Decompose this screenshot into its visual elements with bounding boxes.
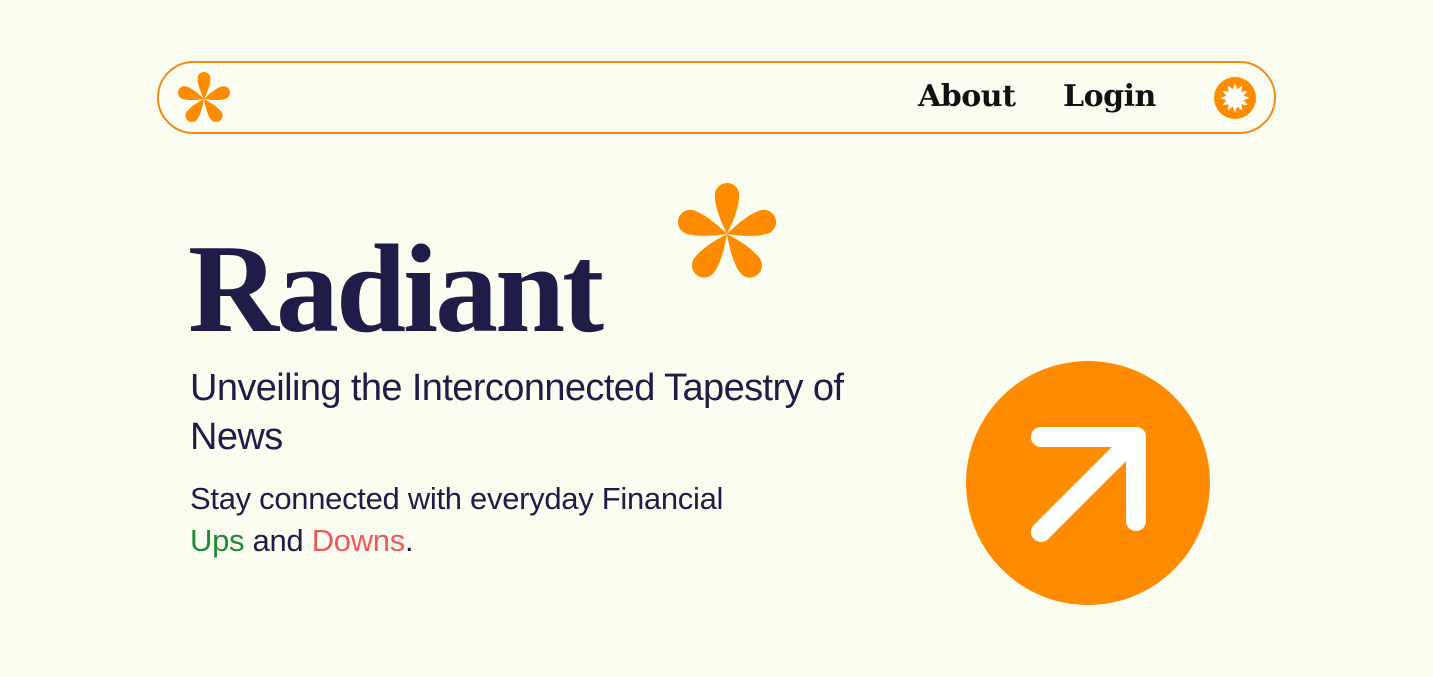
arrow-up-right-button[interactable] xyxy=(966,361,1210,605)
hero-subtext: Stay connected with everyday Financial U… xyxy=(190,478,910,562)
brand-title: Radiant xyxy=(188,220,604,359)
hero-headline: Unveiling the Interconnected Tapestry of… xyxy=(190,367,844,458)
downs-text: Downs xyxy=(311,523,406,558)
asterisk-logo-icon[interactable] xyxy=(177,72,231,126)
sunburst-icon[interactable] xyxy=(1214,77,1256,119)
and-text: and xyxy=(244,523,312,558)
period-text: . xyxy=(404,523,414,558)
subtext-prefix: Stay connected with everyday Financial xyxy=(190,481,724,516)
nav-link-login[interactable]: Login xyxy=(1063,77,1156,117)
nav-link-about[interactable]: About xyxy=(918,77,1016,117)
navbar: About Login xyxy=(157,61,1276,134)
asterisk-icon xyxy=(677,183,777,278)
ups-text: Ups xyxy=(190,523,245,558)
